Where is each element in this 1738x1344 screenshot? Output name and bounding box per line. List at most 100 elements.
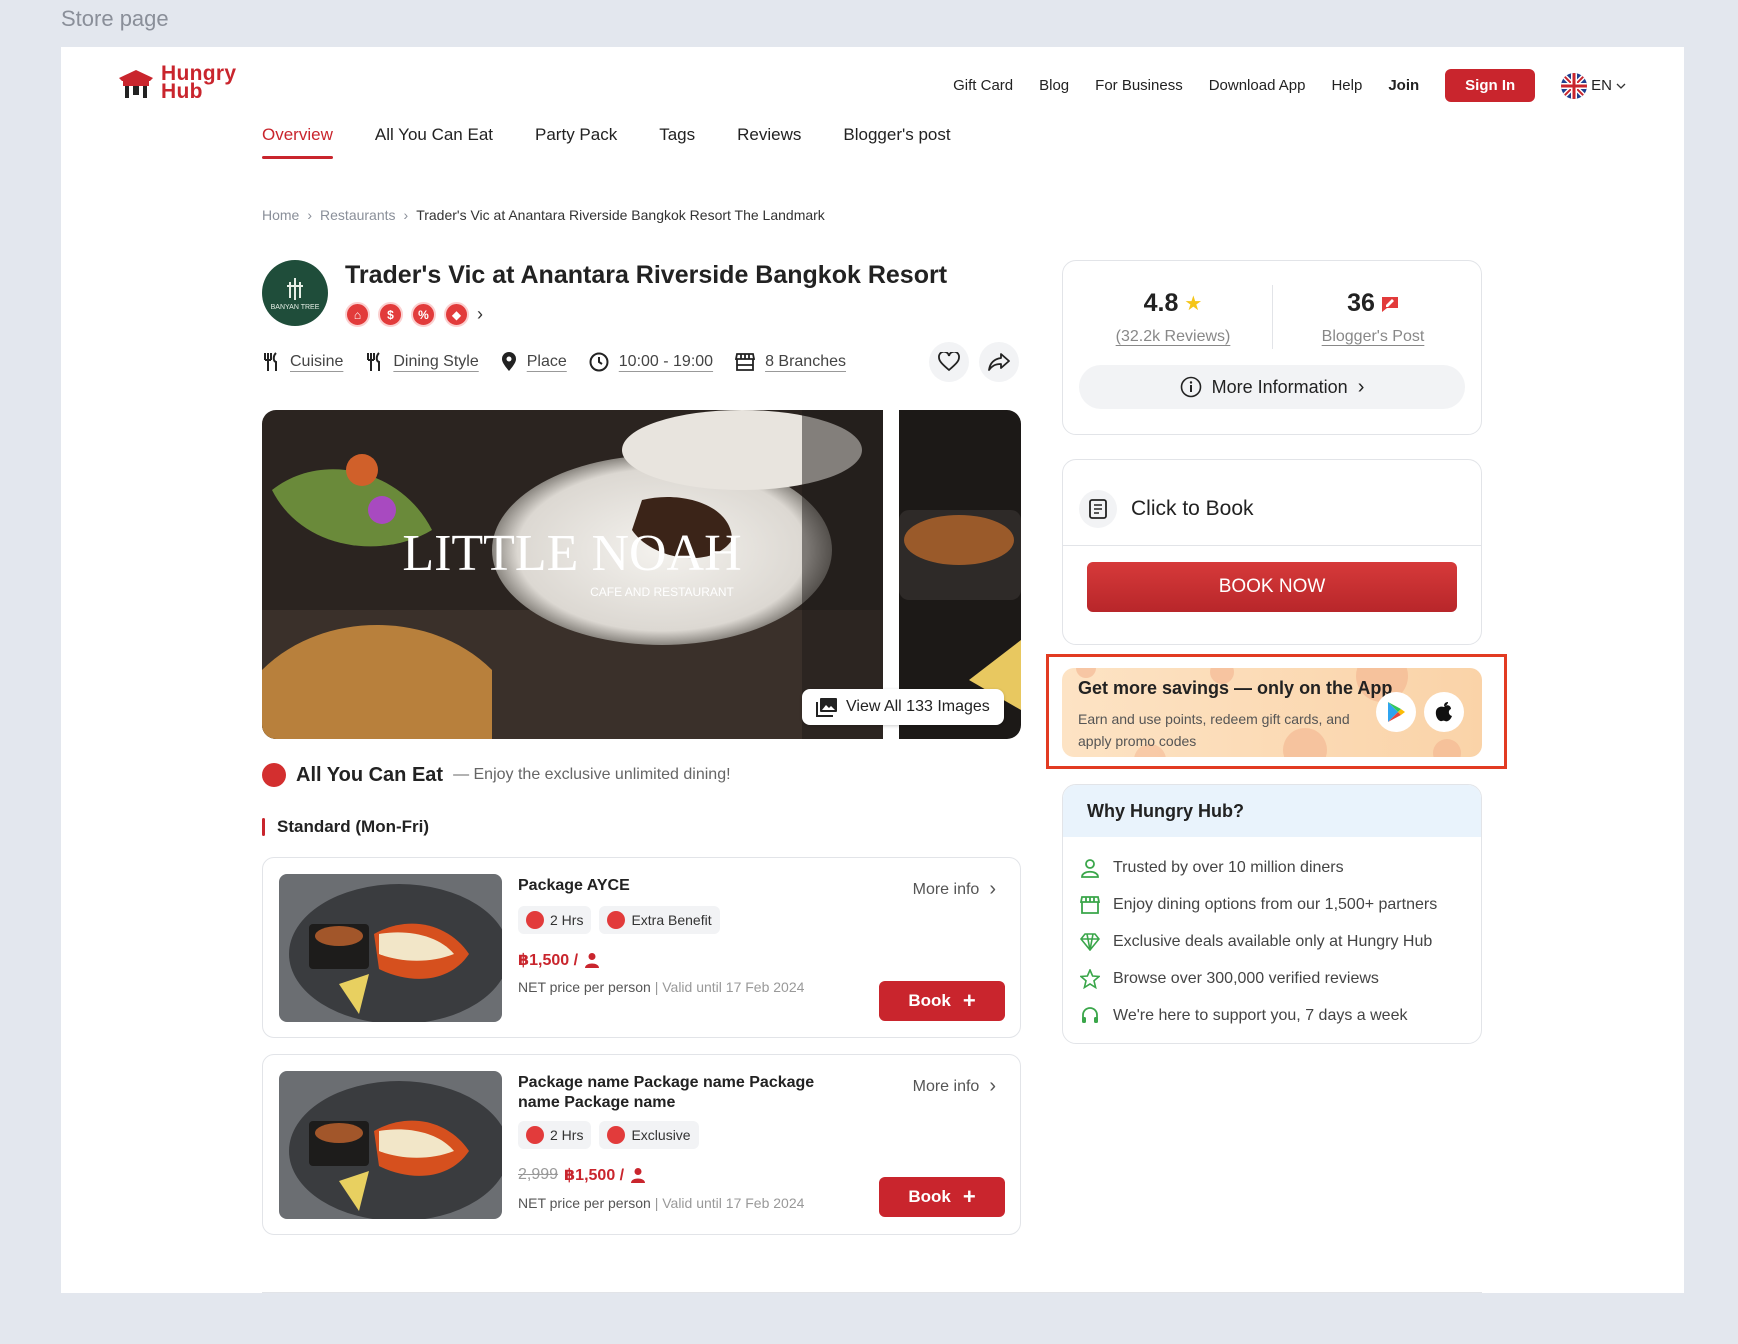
package-group-header: Standard (Mon-Fri) (262, 817, 429, 837)
language-selector[interactable]: EN (1561, 72, 1626, 99)
favorite-button[interactable] (929, 342, 969, 382)
duration-chip: 2 Hrs (518, 1121, 592, 1149)
more-info-label: More info (912, 880, 980, 898)
price-value: ฿1,500 / (564, 1167, 625, 1184)
heart-icon (938, 352, 960, 372)
blogger-summary[interactable]: 36 Blogger's Post (1273, 289, 1473, 346)
meta-cuisine[interactable]: Cuisine (262, 352, 343, 372)
ayce-title: All You Can Eat (296, 763, 444, 786)
why-item-label: Enjoy dining options from our 1,500+ par… (1113, 895, 1438, 913)
meta-place[interactable]: Place (501, 352, 567, 372)
package-card[interactable]: Package name Package name Package name P… (262, 1054, 1021, 1235)
booking-header: Click to Book (1079, 490, 1254, 528)
book-now-button[interactable]: BOOK NOW (1087, 562, 1457, 612)
share-icon (988, 353, 1010, 371)
restaurant-title: Trader's Vic at Anantara Riverside Bangk… (345, 261, 948, 289)
info-icon (1180, 376, 1201, 398)
more-info-link[interactable]: More info › (913, 1075, 996, 1098)
hours-link: 10:00 - 19:00 (618, 353, 714, 370)
google-play-button[interactable] (1376, 692, 1416, 732)
net-label: NET price per person (518, 1195, 651, 1211)
why-title: Why Hungry Hub? (1063, 785, 1481, 837)
why-list: Trusted by over 10 million diners Enjoy … (1063, 837, 1481, 1043)
blogger-count: 36 (1347, 289, 1375, 317)
tab-all-you-can-eat[interactable]: All You Can Eat (375, 125, 493, 159)
nav-download-app[interactable]: Download App (1209, 77, 1306, 94)
rating-card: 4.8 ★ (32.2k Reviews) 36 Blogger's Post … (1062, 260, 1482, 435)
diamond-icon (1079, 931, 1101, 953)
breadcrumb-restaurants[interactable]: Restaurants (320, 207, 395, 223)
package-chips: 2 Hrs Exclusive (518, 1121, 699, 1149)
dining-style-link: Dining Style (393, 353, 479, 370)
restaurant-meta: Cuisine Dining Style Place 10:00 - 19:00… (262, 352, 846, 372)
sign-in-button[interactable]: Sign In (1445, 69, 1536, 102)
document-icon (1079, 490, 1117, 528)
lobster-photo (279, 874, 502, 1022)
avatar-text: BANYAN TREE (270, 303, 320, 311)
images-icon (816, 698, 837, 717)
map-pin-icon (501, 352, 516, 371)
gift-badge-icon[interactable]: ◆ (444, 302, 469, 327)
timer-icon (526, 1126, 544, 1144)
app-savings-banner[interactable]: Get more savings — only on the App Earn … (1062, 668, 1482, 757)
nav-blog[interactable]: Blog (1039, 77, 1069, 94)
timer-icon (526, 911, 544, 929)
meta-branches[interactable]: 8 Branches (735, 353, 846, 371)
why-item-label: We're here to support you, 7 days a week (1113, 1006, 1408, 1024)
more-info-label: More info (912, 1077, 980, 1095)
tab-party-pack[interactable]: Party Pack (535, 125, 617, 159)
more-information-label: More Information (1211, 376, 1348, 397)
book-button[interactable]: Book + (879, 1177, 1005, 1217)
benefit-icon (607, 911, 626, 929)
why-hungry-hub-card: Why Hungry Hub? Trusted by over 10 milli… (1062, 784, 1482, 1044)
package-net-line: NET price per person | Valid until 17 Fe… (518, 979, 804, 995)
app-banner-subtitle: Earn and use points, redeem gift cards, … (1078, 711, 1350, 749)
tag-badge-icon[interactable]: % (411, 302, 436, 327)
nav-gift-card[interactable]: Gift Card (953, 77, 1013, 94)
clock-icon (589, 352, 609, 372)
nav-for-business[interactable]: For Business (1095, 77, 1183, 94)
bottom-divider (262, 1292, 1482, 1293)
chip-label: 2 Hrs (550, 1127, 584, 1143)
breadcrumb: Home › Restaurants › Trader's Vic at Ana… (262, 207, 825, 223)
book-button[interactable]: Book + (879, 981, 1005, 1021)
place-link: Place (526, 353, 567, 370)
meta-hours[interactable]: 10:00 - 19:00 (589, 352, 713, 372)
food-photo: LITTLE NOAH CAFE AND RESTAURANT (262, 410, 883, 739)
chevron-right-icon: › (989, 1075, 996, 1097)
why-item: We're here to support you, 7 days a week (1079, 997, 1465, 1034)
tab-bloggers-post[interactable]: Blogger's post (843, 125, 950, 159)
logo-line2: Hub (161, 80, 203, 103)
more-info-link[interactable]: More info › (913, 878, 996, 901)
gallery-main-image[interactable]: LITTLE NOAH CAFE AND RESTAURANT (262, 410, 883, 739)
package-card[interactable]: Package AYCE More info › 2 Hrs Extra Ben… (262, 857, 1021, 1038)
star-icon: ★ (1184, 293, 1203, 315)
store-page: Hungry Hub Gift Card Blog For Business D… (61, 47, 1684, 1293)
chevron-right-icon[interactable]: › (477, 304, 483, 325)
tab-overview[interactable]: Overview (262, 125, 333, 159)
app-store-button[interactable] (1424, 692, 1464, 732)
lobster-photo (279, 1071, 502, 1219)
nav-help[interactable]: Help (1331, 77, 1362, 94)
booking-card: Click to Book BOOK NOW (1062, 459, 1482, 645)
valid-until: | Valid until 17 Feb 2024 (654, 979, 805, 995)
hungry-hub-logo[interactable]: Hungry Hub (117, 63, 236, 103)
nav-join[interactable]: Join (1388, 77, 1419, 94)
tab-tags[interactable]: Tags (659, 125, 695, 159)
chevron-down-icon (1616, 83, 1626, 89)
top-nav: Gift Card Blog For Business Download App… (953, 69, 1626, 102)
rating-summary[interactable]: 4.8 ★ (32.2k Reviews) (1073, 289, 1273, 346)
meta-dining-style[interactable]: Dining Style (365, 352, 479, 372)
app-banner-title: Get more savings — only on the App (1078, 678, 1393, 698)
old-price: 2,999 (518, 1166, 559, 1183)
coin-badge-icon[interactable]: $ (378, 302, 403, 327)
package-chips: 2 Hrs Extra Benefit (518, 906, 720, 934)
chip-label: Extra Benefit (631, 912, 712, 928)
tab-reviews[interactable]: Reviews (737, 125, 801, 159)
more-information-button[interactable]: More Information › (1079, 365, 1465, 409)
store-icon (1079, 894, 1101, 916)
share-button[interactable] (979, 342, 1019, 382)
table-badge-icon[interactable]: ⌂ (345, 302, 370, 327)
breadcrumb-home[interactable]: Home (262, 207, 299, 223)
view-all-images-button[interactable]: View All 133 Images (802, 689, 1004, 725)
